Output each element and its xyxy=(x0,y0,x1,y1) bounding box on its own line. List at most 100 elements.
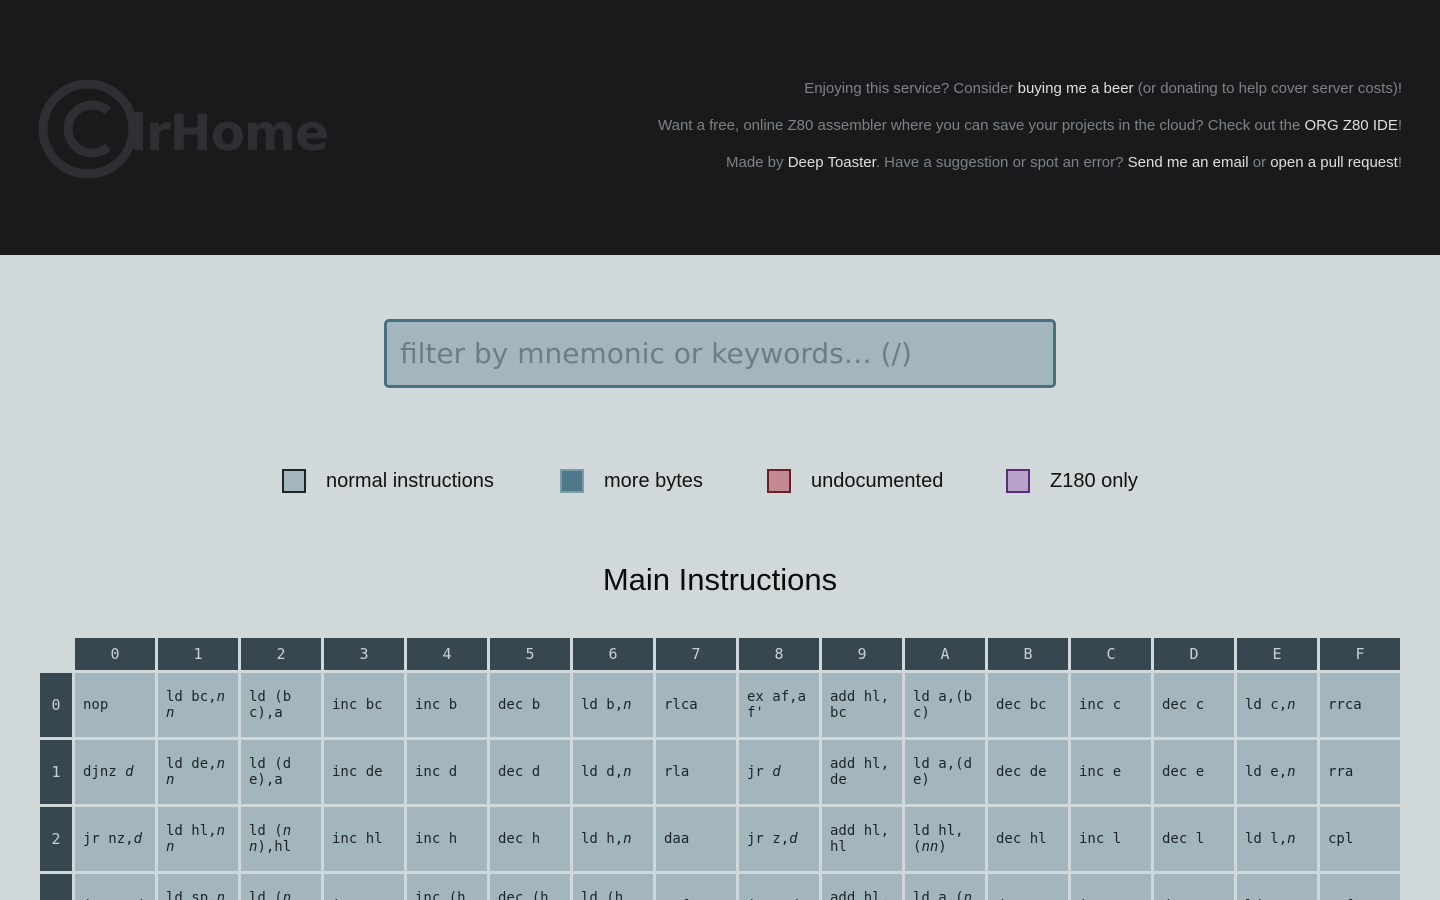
instruction-cell[interactable]: dec sp xyxy=(988,874,1068,900)
instruction-cell[interactable]: ld e,n xyxy=(1237,740,1317,804)
instruction-cell[interactable]: ld c,n xyxy=(1237,673,1317,737)
instruction-cell[interactable]: jr nc,d xyxy=(75,874,155,900)
instruction-cell[interactable]: nop xyxy=(75,673,155,737)
instruction-cell[interactable]: ld hl,nn xyxy=(158,807,238,871)
instruction-cell[interactable]: inc c xyxy=(1071,673,1151,737)
instruction-cell[interactable]: ld (hl),n xyxy=(573,874,653,900)
instruction-cell[interactable]: ld l,n xyxy=(1237,807,1317,871)
credits-text: Made by xyxy=(725,154,788,171)
instruction-cell[interactable]: inc a xyxy=(1071,874,1151,900)
instruction-cell[interactable]: ex af,af' xyxy=(739,673,819,737)
instruction-cell[interactable]: dec b xyxy=(490,673,570,737)
org-z80-ide-link[interactable]: ORG Z80 IDE xyxy=(1304,117,1397,134)
instruction-cell[interactable]: jr d xyxy=(739,740,819,804)
instruction-cell[interactable]: jr nz,d xyxy=(75,807,155,871)
ide-text: Want a free, online Z80 assembler where … xyxy=(658,117,1305,134)
legend-swatch-undocumented xyxy=(767,469,791,493)
instruction-cell[interactable]: ld a,(de) xyxy=(905,740,985,804)
pull-request-link[interactable]: open a pull request xyxy=(1270,154,1398,171)
instruction-cell[interactable]: inc hl xyxy=(324,807,404,871)
instruction-cell[interactable]: dec l xyxy=(1154,807,1234,871)
column-header: D xyxy=(1154,638,1234,670)
instruction-cell[interactable]: ld hl,(nn) xyxy=(905,807,985,871)
credits-text-middle: . Have a suggestion or spot an error? xyxy=(875,154,1128,171)
buy-beer-link[interactable]: buying me a beer xyxy=(1018,80,1134,97)
ide-text-tail: ! xyxy=(1397,117,1402,134)
instruction-cell[interactable]: inc l xyxy=(1071,807,1151,871)
instruction-cell[interactable]: daa xyxy=(656,807,736,871)
deep-toaster-link[interactable]: Deep Toaster xyxy=(788,154,876,171)
legend-normal[interactable]: normal instructions xyxy=(282,468,494,494)
instruction-cell[interactable]: ccf xyxy=(1320,874,1400,900)
instruction-cell[interactable]: ld a,(nn) xyxy=(905,874,985,900)
instruction-cell[interactable]: dec (hl) xyxy=(490,874,570,900)
instruction-cell[interactable]: dec de xyxy=(988,740,1068,804)
header-info: Enjoying this service? Consider buying m… xyxy=(658,79,1402,190)
instruction-cell[interactable]: dec h xyxy=(490,807,570,871)
instruction-cell[interactable]: dec hl xyxy=(988,807,1068,871)
column-header: 8 xyxy=(739,638,819,670)
legend-more-bytes[interactable]: more bytes xyxy=(560,468,703,494)
instruction-cell[interactable]: rla xyxy=(656,740,736,804)
credits-text-or: or xyxy=(1248,154,1271,171)
instruction-cell[interactable]: inc e xyxy=(1071,740,1151,804)
legend-label-more-bytes: more bytes xyxy=(604,469,703,492)
instruction-cell[interactable]: ld (de),a xyxy=(241,740,321,804)
instruction-cell[interactable]: inc sp xyxy=(324,874,404,900)
instruction-cell[interactable]: ld h,n xyxy=(573,807,653,871)
logo-wordmark: lrHome xyxy=(130,104,328,162)
instruction-cell[interactable]: ld (nn),a xyxy=(241,874,321,900)
instruction-cell[interactable]: rlca xyxy=(656,673,736,737)
column-header: 0 xyxy=(75,638,155,670)
instruction-cell[interactable]: cpl xyxy=(1320,807,1400,871)
column-header: 7 xyxy=(656,638,736,670)
instruction-cell[interactable]: djnz d xyxy=(75,740,155,804)
column-header: 4 xyxy=(407,638,487,670)
instruction-cell[interactable]: inc h xyxy=(407,807,487,871)
clrhome-logo[interactable]: lrHome xyxy=(36,78,336,182)
instruction-cell[interactable]: inc b xyxy=(407,673,487,737)
instruction-cell[interactable]: ld b,n xyxy=(573,673,653,737)
email-link[interactable]: Send me an email xyxy=(1128,154,1249,171)
site-header: lrHome Enjoying this service? Consider b… xyxy=(0,0,1440,255)
legend-undocumented[interactable]: undocumented xyxy=(767,468,943,494)
instruction-cell[interactable]: rra xyxy=(1320,740,1400,804)
filter-input[interactable] xyxy=(384,319,1056,388)
instruction-cell[interactable]: inc d xyxy=(407,740,487,804)
instruction-cell[interactable]: jr z,d xyxy=(739,807,819,871)
instruction-cell[interactable]: ld a,n xyxy=(1237,874,1317,900)
legend-z180[interactable]: Z180 only xyxy=(1006,468,1138,494)
donate-text-tail: (or donating to help cover server costs)… xyxy=(1133,80,1402,97)
instruction-cell[interactable]: ld bc,nn xyxy=(158,673,238,737)
legend-swatch-normal xyxy=(282,469,306,493)
instruction-cell[interactable]: ld sp,nn xyxy=(158,874,238,900)
instruction-cell[interactable]: scf xyxy=(656,874,736,900)
instruction-cell[interactable]: inc bc xyxy=(324,673,404,737)
instruction-cell[interactable]: jr c,d xyxy=(739,874,819,900)
instruction-cell[interactable]: dec c xyxy=(1154,673,1234,737)
instruction-cell[interactable]: inc de xyxy=(324,740,404,804)
legend-swatch-more-bytes xyxy=(560,469,584,493)
instruction-cell[interactable]: add hl,bc xyxy=(822,673,902,737)
instruction-cell[interactable]: rrca xyxy=(1320,673,1400,737)
instruction-cell[interactable]: ld d,n xyxy=(573,740,653,804)
instruction-cell[interactable]: inc (hl) xyxy=(407,874,487,900)
instruction-cell[interactable]: dec d xyxy=(490,740,570,804)
row-header: 1 xyxy=(40,740,72,804)
instruction-cell[interactable]: dec bc xyxy=(988,673,1068,737)
instruction-cell[interactable]: ld de,nn xyxy=(158,740,238,804)
instruction-cell[interactable]: ld a,(bc) xyxy=(905,673,985,737)
column-header: 5 xyxy=(490,638,570,670)
column-header: 2 xyxy=(241,638,321,670)
instruction-cell[interactable]: ld (bc),a xyxy=(241,673,321,737)
instruction-cell[interactable]: ld (nn),hl xyxy=(241,807,321,871)
instruction-cell[interactable]: add hl,hl xyxy=(822,807,902,871)
column-header: 1 xyxy=(158,638,238,670)
column-header: E xyxy=(1237,638,1317,670)
instruction-cell[interactable]: dec e xyxy=(1154,740,1234,804)
column-header: B xyxy=(988,638,1068,670)
instruction-cell[interactable]: dec a xyxy=(1154,874,1234,900)
column-header: 9 xyxy=(822,638,902,670)
instruction-cell[interactable]: add hl,sp xyxy=(822,874,902,900)
instruction-cell[interactable]: add hl,de xyxy=(822,740,902,804)
